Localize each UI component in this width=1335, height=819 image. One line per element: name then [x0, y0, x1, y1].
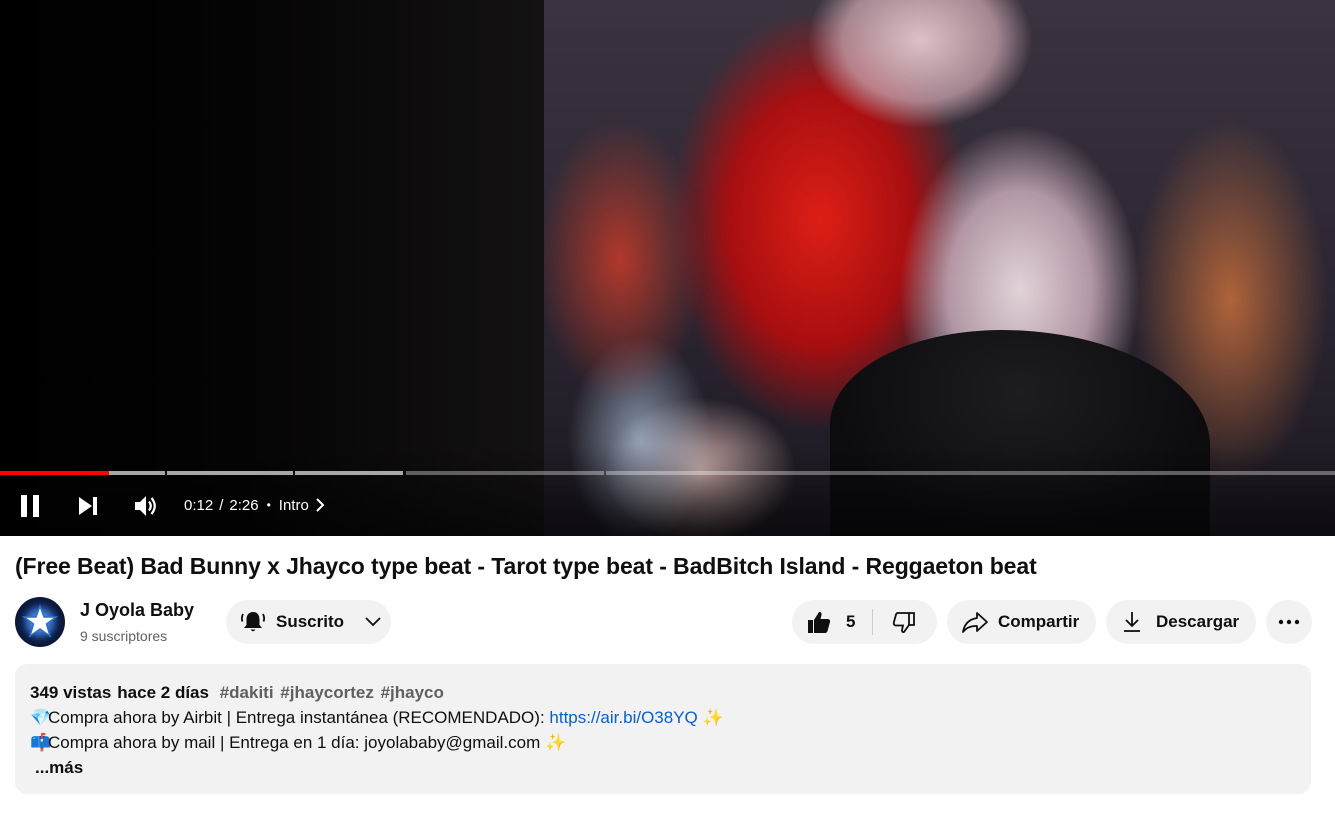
share-label: Compartir [998, 612, 1080, 631]
star-icon [18, 600, 62, 644]
chapter-label: Intro [278, 496, 309, 514]
volume-icon [135, 496, 156, 516]
description-box[interactable]: 349 vistas hace 2 días #dakiti #jhaycorte… [15, 664, 1311, 794]
download-button[interactable]: Descargar [1106, 600, 1256, 644]
chapter-segment[interactable] [605, 471, 1335, 475]
next-button[interactable] [72, 490, 104, 522]
chapter-button[interactable]: Intro [279, 497, 325, 514]
show-more-button[interactable]: ...más [30, 755, 1296, 780]
channel-avatar[interactable] [15, 597, 65, 647]
video-title: (Free Beat) Bad Bunny x Jhayco type beat… [15, 553, 1037, 579]
channel-name[interactable]: J Oyola Baby [80, 600, 194, 621]
description-line: 💎Compra ahora by Airbit | Entrega instan… [30, 705, 1296, 730]
mailbox-icon: 📫 [30, 733, 52, 752]
pause-icon [21, 495, 39, 517]
share-icon [962, 612, 988, 633]
skip-next-icon [79, 497, 97, 515]
bell-icon [240, 612, 266, 632]
duration: 2:26 [229, 496, 259, 514]
current-time: 0:12 [184, 496, 214, 514]
thumbs-down-icon [892, 612, 915, 633]
more-actions-button[interactable] [1266, 600, 1312, 644]
upload-date: hace 2 días [117, 683, 209, 702]
airbit-link[interactable]: https://air.bi/O38YQ [549, 708, 697, 727]
like-count: 5 [846, 612, 856, 631]
view-count: 349 vistas [30, 683, 112, 702]
time-display: 0:12 / 2:26 • Intro [184, 494, 325, 516]
chapter-segment[interactable] [166, 471, 293, 475]
description-text: Compra ahora by Airbit | Entrega instant… [48, 708, 550, 727]
sparkles-icon: ✨ [702, 708, 724, 727]
like-dislike-group: 5 [792, 600, 937, 644]
hashtag-link[interactable]: #jhaycortez [280, 683, 374, 702]
description-line: 📫Compra ahora by mail | Entrega en 1 día… [30, 730, 1296, 755]
subscribe-label: Suscrito [276, 612, 345, 631]
chevron-right-icon [316, 498, 325, 512]
chapter-dot: • [266, 498, 271, 512]
sparkles-icon: ✨ [544, 733, 567, 752]
description-text: Compra ahora by mail | Entrega en 1 día:… [48, 733, 545, 752]
share-button[interactable]: Compartir [947, 600, 1096, 644]
progress-played [0, 471, 110, 475]
progress-bar[interactable] [0, 471, 1335, 475]
video-player[interactable]: 0:12 / 2:26 • Intro [0, 0, 1335, 536]
pause-button[interactable] [14, 490, 46, 522]
chapter-segment[interactable] [405, 471, 604, 475]
more-horizontal-icon [1278, 619, 1300, 625]
like-button[interactable]: 5 [792, 600, 872, 644]
subscriber-count: 9 suscriptores [80, 628, 168, 644]
thumbs-up-icon [808, 611, 831, 633]
gem-icon: 💎 [30, 708, 52, 727]
time-separator: / [219, 496, 224, 514]
hashtag-link[interactable]: #dakiti [220, 683, 274, 702]
chevron-down-icon [365, 617, 381, 627]
hashtags: #dakiti #jhaycortez #jhayco [220, 683, 446, 702]
controls-gradient [0, 446, 1335, 536]
download-label: Descargar [1156, 612, 1240, 631]
download-icon [1124, 612, 1140, 632]
chapter-segment[interactable] [294, 471, 404, 475]
volume-button[interactable] [130, 490, 162, 522]
subscribed-button[interactable]: Suscrito [226, 600, 391, 644]
description-meta-line: 349 vistas hace 2 días #dakiti #jhaycorte… [30, 680, 1296, 705]
dislike-button[interactable] [873, 600, 935, 644]
hashtag-link[interactable]: #jhayco [381, 683, 444, 702]
